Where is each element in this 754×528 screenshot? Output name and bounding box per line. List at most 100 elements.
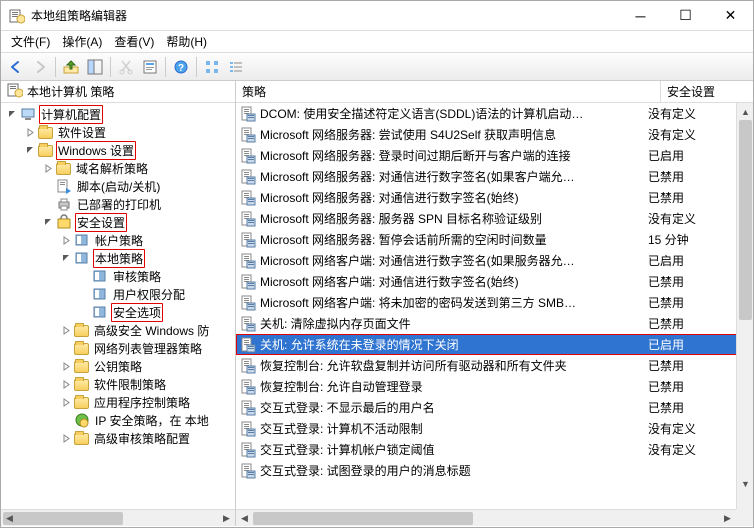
expand-icon[interactable] [23, 146, 37, 155]
tree-advwin[interactable]: 高级安全 Windows 防 [92, 321, 211, 340]
scroll-up-icon[interactable]: ▲ [737, 103, 753, 120]
policy-name: Microsoft 网络客户端: 对通信进行数字签名(如果服务器允… [260, 252, 644, 269]
tree-printers[interactable]: 已部署的打印机 [75, 195, 163, 214]
menu-file[interactable]: 文件(F) [5, 33, 56, 50]
computer-icon [20, 106, 36, 122]
list-header: 策略 安全设置 [236, 81, 753, 103]
scroll-left-icon[interactable]: ◀ [1, 510, 18, 527]
cut-button [115, 56, 137, 78]
collapse-icon[interactable] [23, 128, 37, 137]
menu-help[interactable]: 帮助(H) [160, 33, 213, 50]
list-row[interactable]: 交互式登录: 计算机帐户锁定阈值没有定义 [236, 439, 753, 460]
menu-view[interactable]: 查看(V) [108, 33, 160, 50]
list-row[interactable]: 交互式登录: 计算机不活动限制没有定义 [236, 418, 753, 439]
tree-advaudit[interactable]: 高级审核策略配置 [92, 429, 192, 448]
folder-icon [74, 433, 89, 445]
folder-icon [74, 343, 89, 355]
list-row[interactable]: Microsoft 网络服务器: 暂停会话前所需的空闲时间数量15 分钟 [236, 229, 753, 250]
ipsec-icon [74, 412, 90, 428]
tree-netlist[interactable]: 网络列表管理器策略 [92, 339, 204, 358]
tree-horiz-scrollbar[interactable]: ◀ ▶ [1, 509, 235, 526]
list-row[interactable]: Microsoft 网络服务器: 对通信进行数字签名(如果客户端允…已禁用 [236, 166, 753, 187]
tree-software[interactable]: 软件设置 [56, 123, 108, 142]
policy-name: Microsoft 网络客户端: 对通信进行数字签名(始终) [260, 273, 644, 290]
back-button[interactable] [5, 56, 27, 78]
tree-scripts[interactable]: 脚本(启动/关机) [75, 177, 162, 196]
tree-pubkey[interactable]: 公钥策略 [92, 357, 144, 376]
list-row[interactable]: Microsoft 网络客户端: 将未加密的密码发送到第三方 SMB…已禁用 [236, 292, 753, 313]
tree-account[interactable]: 帐户策略 [93, 231, 145, 250]
maximize-button[interactable]: ☐ [663, 1, 708, 30]
policy-name: 关机: 清除虚拟内存页面文件 [260, 315, 644, 332]
scroll-right-icon[interactable]: ▶ [719, 510, 736, 526]
tree-root-label[interactable]: 本地计算机 策略 [27, 83, 114, 100]
menu-bar: 文件(F) 操作(A) 查看(V) 帮助(H) [1, 31, 753, 53]
list-row[interactable]: 恢复控制台: 允许软盘复制并访问所有驱动器和所有文件夹已禁用 [236, 355, 753, 376]
scroll-right-icon[interactable]: ▶ [218, 510, 235, 527]
expand-icon[interactable] [41, 218, 55, 227]
list-row[interactable]: 交互式登录: 试图登录的用户的消息标题 [236, 460, 753, 481]
column-setting[interactable]: 安全设置 [661, 81, 753, 103]
collapse-icon[interactable] [59, 236, 73, 245]
book-icon [92, 268, 108, 284]
collapse-icon[interactable] [59, 380, 73, 389]
list-pane: 策略 安全设置 DCOM: 使用安全描述符定义语言(SDDL)语法的计算机启动…… [236, 81, 753, 526]
view-list-button[interactable] [225, 56, 247, 78]
policy-name: 恢复控制台: 允许自动管理登录 [260, 378, 644, 395]
tree-audit[interactable]: 审核策略 [111, 267, 163, 286]
show-hide-button[interactable] [84, 56, 106, 78]
list-row[interactable]: DCOM: 使用安全描述符定义语言(SDDL)语法的计算机启动…没有定义 [236, 103, 753, 124]
policy-setting: 15 分钟 [644, 231, 736, 248]
policy-name: 关机: 允许系统在未登录的情况下关闭 [260, 336, 644, 353]
list-row[interactable]: Microsoft 网络服务器: 服务器 SPN 目标名称验证级别没有定义 [236, 208, 753, 229]
help-button[interactable]: ? [170, 56, 192, 78]
list-row[interactable]: 交互式登录: 不显示最后的用户名已禁用 [236, 397, 753, 418]
policy-item-icon [240, 358, 256, 374]
list-horiz-scrollbar[interactable]: ◀ ▶ [236, 509, 736, 526]
collapse-icon[interactable] [59, 398, 73, 407]
tree-appctrl[interactable]: 应用程序控制策略 [92, 393, 192, 412]
tree-windows-settings[interactable]: Windows 设置 [56, 141, 136, 160]
list-row[interactable]: 关机: 允许系统在未登录的情况下关闭已启用 [236, 334, 753, 355]
collapse-icon[interactable] [59, 326, 73, 335]
printer-icon [56, 196, 72, 212]
tree-dns[interactable]: 域名解析策略 [74, 159, 150, 178]
view-icons-button[interactable] [201, 56, 223, 78]
forward-button[interactable] [29, 56, 51, 78]
collapse-icon[interactable] [59, 362, 73, 371]
list-row[interactable]: Microsoft 网络服务器: 对通信进行数字签名(始终)已禁用 [236, 187, 753, 208]
tree-softrestrict[interactable]: 软件限制策略 [92, 375, 168, 394]
policy-setting: 已禁用 [644, 189, 736, 206]
tree-ipsec[interactable]: IP 安全策略，在 本地 [93, 411, 211, 430]
menu-action[interactable]: 操作(A) [56, 33, 108, 50]
list-row[interactable]: 关机: 清除虚拟内存页面文件已禁用 [236, 313, 753, 334]
list-row[interactable]: 恢复控制台: 允许自动管理登录已禁用 [236, 376, 753, 397]
folder-icon [38, 127, 53, 139]
tree-local-policy[interactable]: 本地策略 [93, 249, 145, 268]
book-icon [74, 232, 90, 248]
policy-name: Microsoft 网络服务器: 服务器 SPN 目标名称验证级别 [260, 210, 644, 227]
up-button[interactable] [60, 56, 82, 78]
list-body[interactable]: DCOM: 使用安全描述符定义语言(SDDL)语法的计算机启动…没有定义Micr… [236, 103, 753, 509]
tree-security-options[interactable]: 安全选项 [111, 303, 163, 322]
expand-icon[interactable] [59, 254, 73, 263]
tree-security[interactable]: 安全设置 [75, 213, 127, 232]
close-button[interactable]: ✕ [708, 1, 753, 30]
column-policy[interactable]: 策略 [236, 81, 661, 103]
list-row[interactable]: Microsoft 网络服务器: 登录时间过期后断开与客户端的连接已启用 [236, 145, 753, 166]
collapse-icon[interactable] [41, 164, 55, 173]
list-row[interactable]: Microsoft 网络服务器: 尝试使用 S4U2Self 获取声明信息没有定… [236, 124, 753, 145]
list-row[interactable]: Microsoft 网络客户端: 对通信进行数字签名(始终)已禁用 [236, 271, 753, 292]
tree-body[interactable]: 计算机配置 软件设置 Windows 设置 域名解析策略 · 脚本(启动/关机) [1, 103, 235, 509]
expand-icon[interactable] [5, 110, 19, 119]
policy-setting: 没有定义 [644, 105, 736, 122]
tree-rights[interactable]: 用户权限分配 [111, 285, 187, 304]
collapse-icon[interactable] [59, 434, 73, 443]
minimize-button[interactable]: ─ [618, 1, 663, 30]
list-row[interactable]: Microsoft 网络客户端: 对通信进行数字签名(如果服务器允…已启用 [236, 250, 753, 271]
list-vert-scrollbar[interactable]: ▲ ▼ [736, 103, 753, 509]
tree-computer-config[interactable]: 计算机配置 [39, 105, 103, 124]
scroll-left-icon[interactable]: ◀ [236, 510, 253, 526]
properties-button[interactable] [139, 56, 161, 78]
scroll-down-icon[interactable]: ▼ [737, 475, 753, 492]
